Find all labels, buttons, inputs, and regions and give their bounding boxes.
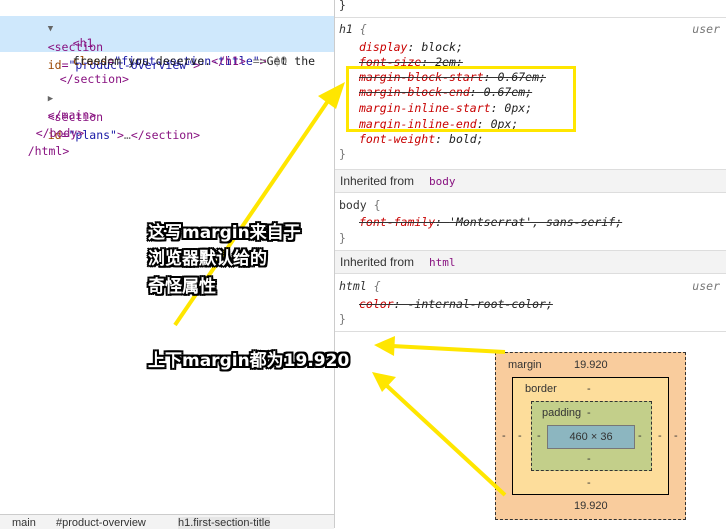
arrowhead-icon: [374, 336, 395, 356]
annotation-margin-note: 上下margin都为19.920: [148, 351, 350, 371]
annotation-note-line2: 浏览器默认给的: [148, 249, 267, 269]
arrow-to-margin-bottom: [384, 383, 507, 497]
annotation-note-line3: 奇怪属性: [148, 277, 216, 297]
arrow-to-margin-top: [391, 344, 506, 354]
annotation-arrows: [173, 82, 507, 497]
arrowhead-icon: [318, 82, 345, 109]
annotation-note-line1: 这写margin来自于: [148, 223, 301, 243]
